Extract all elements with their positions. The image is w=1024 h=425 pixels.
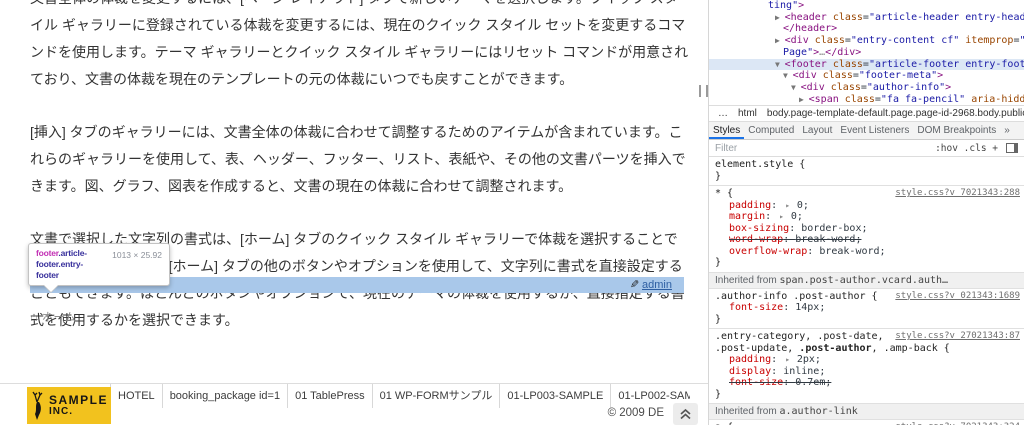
styles-filter-input[interactable]: Filter xyxy=(715,143,737,154)
expand-arrow-icon[interactable]: ▸ xyxy=(785,201,795,210)
scroll-to-top-button[interactable] xyxy=(673,403,698,425)
site-footer: SAMPLE INC. HOTELbooking_package id=101 … xyxy=(0,383,708,425)
footer-menu-item[interactable]: 01 TablePress xyxy=(288,384,373,408)
dom-tree-node[interactable]: ▶ <div class="entry-content cf" itemprop… xyxy=(709,35,1024,47)
logo-text: SAMPLE INC. xyxy=(49,394,108,417)
css-property[interactable]: font-size: 14px; xyxy=(715,302,1020,314)
css-property[interactable]: margin: ▸ 0; xyxy=(715,211,1020,223)
dom-tree-node[interactable]: ▼ <footer class="article-footer entry-fo… xyxy=(709,59,1024,71)
inherited-from-section: Inherited from a.author-link xyxy=(709,404,1024,420)
css-rule: style.css?v_7021343:288* {padding: ▸ 0;m… xyxy=(709,186,1024,273)
dom-tree-node[interactable]: ▼ <div class="author-info"> xyxy=(709,82,1024,94)
css-property[interactable]: padding: ▸ 2px; xyxy=(715,354,1020,366)
inspect-tooltip-dimensions: 1013 × 25.92 xyxy=(112,248,162,281)
css-rule: style.css?v_27021343:87.entry-category, … xyxy=(709,329,1024,404)
stylesheet-link[interactable]: style.css?v_27021343:87 xyxy=(895,331,1020,343)
inherited-label: Inherited from xyxy=(715,275,779,286)
tab-computed[interactable]: Computed xyxy=(744,122,798,139)
css-property[interactable]: padding: ▸ 0; xyxy=(715,200,1020,212)
paragraph: 文書全体の体裁を変更するには、[ページ レイアウト] タブで新しいテーマを選択し… xyxy=(30,0,690,93)
filter-controls-text[interactable]: :hov .cls + xyxy=(935,143,998,154)
css-selector[interactable]: element.style { xyxy=(715,159,1020,171)
css-rule: element.style {} xyxy=(709,157,1024,186)
site-logo[interactable]: SAMPLE INC. xyxy=(27,387,111,424)
css-property[interactable]: font-size: 0.7em; xyxy=(715,377,1020,389)
expand-arrow-icon[interactable]: ▸ xyxy=(785,355,795,364)
styles-filter-bar: Filter :hov .cls + xyxy=(709,140,1024,157)
dom-tree-node[interactable]: ▼ <div class="footer-meta"> xyxy=(709,70,1024,82)
deer-logo-icon xyxy=(30,391,47,421)
logo-line1: SAMPLE xyxy=(49,394,108,407)
styles-toolbar: :hov .cls + xyxy=(935,143,1018,154)
footer-menu-item[interactable]: 01-LP003-SAMPLE xyxy=(500,384,611,408)
home-label: ホーム xyxy=(42,312,76,324)
expand-arrow-icon[interactable]: ▸ xyxy=(779,212,789,221)
double-chevron-up-icon xyxy=(679,408,692,420)
css-property[interactable]: word-wrap: break-word; xyxy=(715,234,1020,246)
inherited-from-section: Inherited from span.post-author.vcard.au… xyxy=(709,273,1024,289)
tooltip-element-name: footer xyxy=(36,248,58,258)
inspect-tooltip: footer.article-footer.entry-footer 1013 … xyxy=(28,243,170,286)
css-property[interactable]: overflow-wrap: break-word; xyxy=(715,246,1020,258)
footer-menu: HOTELbooking_package id=101 TablePress01… xyxy=(110,384,690,408)
article-body: 文書全体の体裁を変更するには、[ページ レイアウト] タブで新しいテーマを選択し… xyxy=(30,0,690,360)
styles-pane: element.style {}style.css?v_7021343:288*… xyxy=(709,157,1024,425)
inspect-tooltip-selector: footer.article-footer.entry-footer xyxy=(36,248,104,281)
footer-menu-item[interactable]: HOTEL xyxy=(110,384,163,408)
pencil-icon: ✎ xyxy=(630,277,639,293)
dom-tree-node[interactable]: ting"> xyxy=(709,0,1024,12)
tab-event-listeners[interactable]: Event Listeners xyxy=(836,122,913,139)
devtools-breadcrumb-item[interactable]: html xyxy=(733,108,762,119)
devtools-breadcrumb-item[interactable]: … xyxy=(713,108,733,119)
css-property[interactable]: box-sizing: border-box; xyxy=(715,223,1020,235)
devtools-breadcrumb-bar: …htmlbody.page-template-default.page.pag… xyxy=(709,105,1024,122)
stylesheet-link[interactable]: style.css?v_021343:1689 xyxy=(895,291,1020,303)
dom-tree-node[interactable]: ▶ <header class="article-header entry-he… xyxy=(709,12,1024,24)
browser-page: 文書全体の体裁を変更するには、[ページ レイアウト] タブで新しいテーマを選択し… xyxy=(0,0,708,425)
dom-tree-node[interactable]: </header> xyxy=(709,23,1024,35)
dom-tree-node[interactable]: ▶ <span class="fa fa-pencil" aria-hidden… xyxy=(709,94,1024,105)
tab-dom-breakpoints[interactable]: DOM Breakpoints xyxy=(913,122,1000,139)
home-icon: ⌂ xyxy=(30,309,38,324)
devtools-resize-handle[interactable] xyxy=(699,85,708,97)
inherited-label: Inherited from xyxy=(715,406,779,417)
css-rule: style.css?v_021343:1689.author-info .pos… xyxy=(709,289,1024,330)
author-link[interactable]: admin xyxy=(642,279,672,291)
devtools-breadcrumb-item[interactable]: body.page-template-default.page.page-id-… xyxy=(762,108,1024,119)
devtools-sidebar-tabs: StylesComputedLayoutEvent ListenersDOM B… xyxy=(709,122,1024,140)
inherited-selector[interactable]: span.post-author.vcard.auth… xyxy=(779,275,948,286)
tab-layout[interactable]: Layout xyxy=(798,122,836,139)
dom-tree-node[interactable]: Page">…</div> xyxy=(709,47,1024,59)
devtools-panel: ting">▶ <header class="article-header en… xyxy=(708,0,1024,425)
tab-»[interactable]: » xyxy=(1000,122,1014,139)
page-breadcrumb-home[interactable]: ⌂ ホーム xyxy=(30,309,76,325)
stylesheet-link[interactable]: style.css?v_7021343:288 xyxy=(895,188,1020,200)
copyright-text: © 2009 DE xyxy=(608,407,664,419)
tab-styles[interactable]: Styles xyxy=(709,122,744,139)
logo-line2: INC. xyxy=(49,407,108,418)
footer-menu-item[interactable]: booking_package id=1 xyxy=(163,384,288,408)
css-rule: style.css?v_7021343:324a {color: ;} xyxy=(709,420,1024,425)
sidebar-toggle-icon[interactable] xyxy=(1006,143,1018,153)
inherited-selector[interactable]: a.author-link xyxy=(779,406,857,417)
css-property[interactable]: display: inline; xyxy=(715,366,1020,378)
paragraph: [挿入] タブのギャラリーには、文書全体の体裁に合わせて調整するためのアイテムが… xyxy=(30,119,690,200)
elements-tree: ting">▶ <header class="article-header en… xyxy=(709,0,1024,105)
footer-menu-item[interactable]: 01 WP-FORMサンプル xyxy=(373,384,501,408)
